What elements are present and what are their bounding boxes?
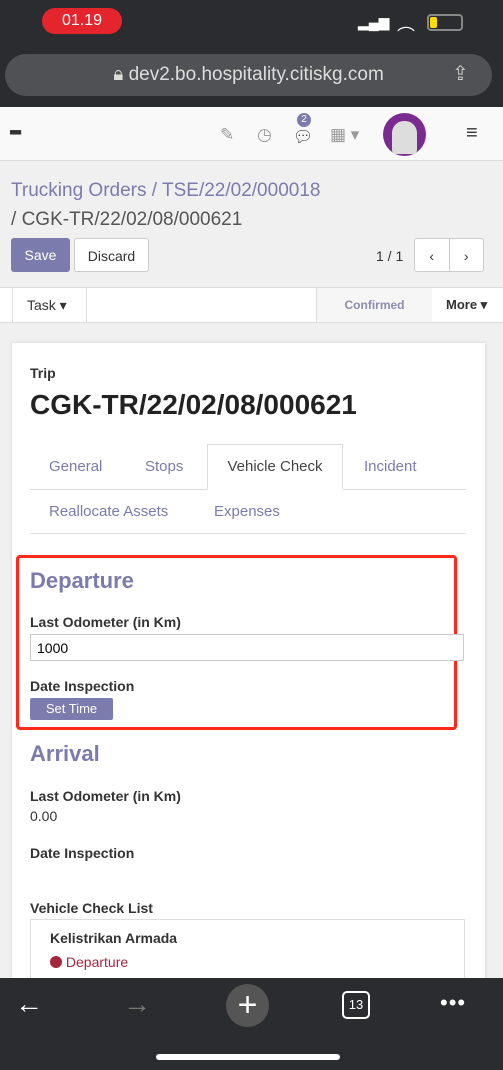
pager-previous-button[interactable]: ‹ [415,239,450,271]
company-switcher-icon[interactable]: ▦ ▾ [330,125,359,145]
task-dropdown[interactable]: Task ▾ [12,288,87,322]
battery-icon [427,14,463,31]
share-icon[interactable]: ⇪ [452,61,469,86]
checklist-label: Vehicle Check List [30,900,153,916]
pager-value: 1 / 1 [376,248,404,264]
tabs-button[interactable]: 13 [342,991,370,1019]
checklist-item-status: Departure [50,954,128,970]
save-button[interactable]: Save [11,238,70,272]
arrival-date-label: Date Inspection [30,845,135,861]
messages-icon[interactable]: 💬︎ [293,127,313,147]
breadcrumb-item[interactable]: TSE/22/02/000018 [162,180,320,201]
trip-name: CGK-TR/22/02/08/000621 [30,389,357,420]
lock-icon: 🔒︎ [113,64,129,85]
status-time: 01.19 [42,8,122,34]
more-label: More [446,297,478,312]
arrival-odometer-label: Last Odometer (in Km) [30,788,181,804]
clock-icon[interactable]: ◷ [257,125,272,145]
arrival-odometer-value: 0.00 [30,808,58,824]
tab-reallocate-assets[interactable]: Reallocate Assets [49,503,168,520]
checklist-item-title: Kelistrikan Armada [50,930,178,946]
wifi-icon: ︵ [397,14,415,34]
signal-icon: ▂▄▆ [358,14,390,30]
hamburger-menu-icon[interactable]: ≡ [466,122,478,145]
back-icon[interactable]: ← [15,988,43,1020]
top-navbar [0,107,503,161]
breadcrumb: Trucking Orders / TSE/22/02/000018 / CGK… [11,180,321,230]
more-dropdown[interactable]: More ▾ [446,297,487,313]
status-dot-icon [50,956,62,968]
tab-expenses[interactable]: Expenses [214,503,280,520]
departure-date-label: Date Inspection [30,678,135,694]
more-options-icon[interactable]: ••• [440,990,466,1016]
tab-incident[interactable]: Incident [364,458,417,475]
arrival-heading: Arrival [30,741,100,766]
home-indicator [156,1054,340,1060]
tab-stops[interactable]: Stops [145,458,183,475]
trip-label: Trip [30,365,56,381]
address-bar[interactable]: 🔒︎ dev2.bo.hospitality.citiskg.com [5,54,492,96]
breadcrumb-item[interactable]: Trucking Orders [11,180,147,201]
status-stage-confirmed[interactable]: Confirmed [316,288,432,322]
departure-odometer-input[interactable] [30,634,464,661]
tab-vehicle-check[interactable]: Vehicle Check [207,444,343,490]
avatar[interactable] [383,113,426,156]
task-label: Task [27,297,56,313]
discard-button[interactable]: Discard [74,238,149,272]
pager-next-button[interactable]: › [450,239,484,271]
url-text: dev2.bo.hospitality.citiskg.com [128,64,384,85]
set-time-button[interactable]: Set Time [30,698,113,720]
message-badge: 2 [297,113,311,127]
new-tab-icon[interactable]: + [226,984,269,1027]
departure-heading: Departure [30,568,134,593]
tab-general[interactable]: General [49,458,102,475]
breadcrumb-current: CGK-TR/22/02/08/000621 [21,209,243,230]
departure-odometer-label: Last Odometer (in Km) [30,614,181,630]
apps-menu-icon[interactable]: ▪▪▪ [9,122,22,143]
checklist-status-text: Departure [65,954,129,970]
forward-icon[interactable]: → [123,988,151,1020]
edit-icon[interactable]: ✎ [220,125,234,145]
